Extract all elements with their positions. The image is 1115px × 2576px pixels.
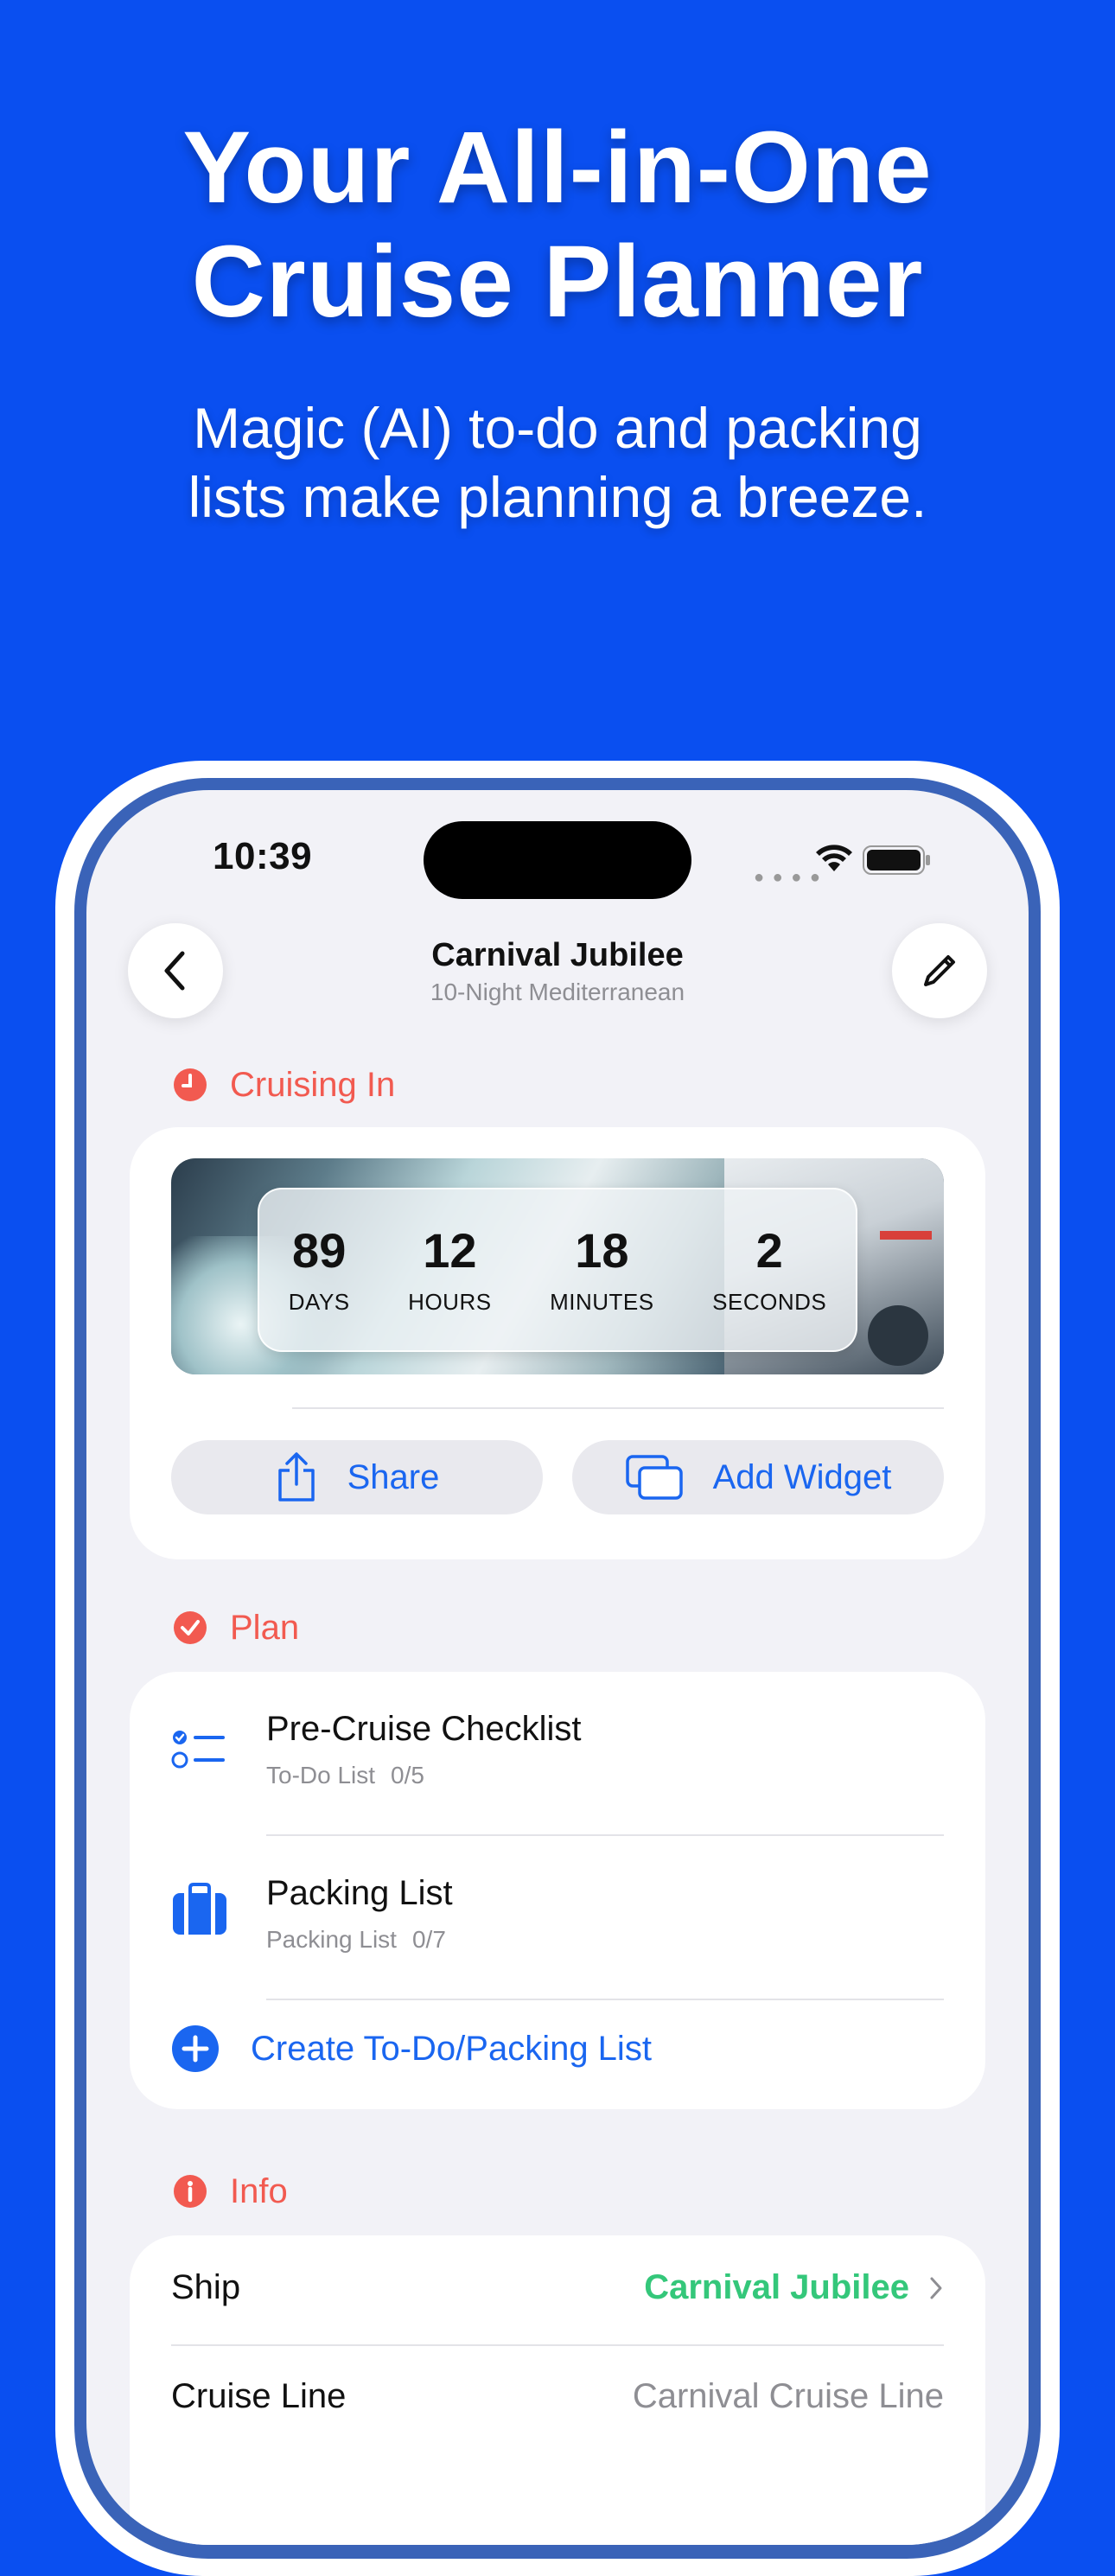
list-count: 0/5 [391, 1762, 424, 1789]
phone-screen: 10:39 ● ● ● ● Carnival Jubilee 10-Night … [86, 790, 1029, 2545]
info-row-ship[interactable]: Ship Carnival Jubilee [130, 2235, 985, 2344]
countdown-label: HOURS [408, 1288, 492, 1315]
countdown-seconds: 2 SECONDS [712, 1222, 827, 1316]
banner-ship-porthole [868, 1305, 928, 1366]
widget-stack-icon [625, 1455, 683, 1500]
list-item-title: Packing List [266, 1874, 453, 1912]
countdown-minutes: 18 MINUTES [550, 1222, 654, 1316]
nav-subtitle: 10-Night Mediterranean [430, 979, 685, 1005]
add-widget-label: Add Widget [712, 1457, 892, 1496]
promo-subheadline-line1: Magic (AI) to-do and packing [193, 396, 922, 460]
promo-headline: Your All-in-One Cruise Planner [0, 111, 1115, 339]
status-time: 10:39 [213, 835, 313, 877]
info-value-cruise-line: Carnival Cruise Line [632, 2377, 944, 2415]
list-item-packing-list[interactable]: Packing List Packing List 0/7 [130, 1836, 985, 1999]
chevron-right-icon [930, 2277, 942, 2299]
clock-icon [174, 1068, 207, 1101]
countdown-label: MINUTES [550, 1288, 654, 1315]
create-list-button[interactable]: Create To-Do/Packing List [171, 2024, 652, 2073]
section-cruising-in: Cruising In [173, 1063, 395, 1106]
list-item-subtitle: Packing List 0/7 [266, 1926, 446, 1954]
checklist-icon [171, 1731, 225, 1769]
nav-title: Carnival Jubilee [431, 937, 684, 973]
create-list-label: Create To-Do/Packing List [251, 2029, 652, 2068]
countdown-card: 89 DAYS 12 HOURS 18 MINUTES 2 SECONDS Sh… [130, 1127, 985, 1559]
edit-button[interactable] [892, 923, 987, 1018]
countdown-label: SECONDS [712, 1288, 827, 1315]
countdown-value: 2 [755, 1222, 783, 1278]
section-info-label: Info [230, 2171, 288, 2210]
list-type: Packing List [266, 1926, 397, 1953]
promo-headline-line2: Cruise Planner [191, 225, 924, 339]
countdown-value: 89 [292, 1222, 347, 1278]
countdown-hours: 12 HOURS [408, 1222, 492, 1316]
plus-circle-icon [172, 2025, 219, 2072]
countdown-label: DAYS [288, 1288, 350, 1315]
list-count: 0/7 [411, 1926, 446, 1953]
countdown-days: 89 DAYS [288, 1222, 350, 1316]
checkmark-circle-icon [174, 1611, 207, 1644]
share-icon [277, 1452, 315, 1502]
ship-name: Carnival Jubilee [644, 2268, 909, 2306]
wifi-icon [816, 845, 852, 871]
promo-headline-line1: Your All-in-One [182, 111, 933, 225]
plan-card: Pre-Cruise Checklist To-Do List 0/5 Packi… [130, 1672, 985, 2109]
banner-ship-stripe [880, 1231, 932, 1240]
share-label: Share [347, 1457, 440, 1496]
promo-subheadline-line2: lists make planning a breeze. [188, 465, 927, 529]
signal-dots-icon: ● ● ● ● [754, 868, 822, 887]
promo-subheadline: Magic (AI) to-do and packing lists make … [0, 393, 1115, 532]
info-value-ship: Carnival Jubilee [644, 2268, 944, 2307]
countdown-panel: 89 DAYS 12 HOURS 18 MINUTES 2 SECONDS [258, 1188, 857, 1352]
section-plan: Plan [173, 1606, 299, 1649]
section-cruising-in-label: Cruising In [230, 1065, 396, 1104]
countdown-value: 18 [575, 1222, 629, 1278]
divider [292, 1407, 944, 1409]
countdown-value: 12 [423, 1222, 477, 1278]
add-widget-button[interactable]: Add Widget [572, 1440, 944, 1514]
share-button[interactable]: Share [171, 1440, 543, 1514]
status-icons: ● ● ● ● [754, 842, 961, 887]
info-label: Ship [171, 2268, 241, 2306]
info-circle-icon [174, 2175, 207, 2208]
list-type: To-Do List [266, 1762, 376, 1789]
list-item-pre-cruise-checklist[interactable]: Pre-Cruise Checklist To-Do List 0/5 [130, 1672, 985, 1834]
list-item-subtitle: To-Do List 0/5 [266, 1762, 424, 1789]
suitcase-icon [173, 1883, 226, 1935]
info-card: Ship Carnival Jubilee Cruise Line Carniv… [130, 2235, 985, 2545]
dynamic-island [424, 821, 691, 899]
section-info: Info [173, 2170, 288, 2213]
divider [266, 1999, 944, 2000]
pencil-icon [924, 955, 955, 986]
battery-icon [863, 845, 930, 875]
list-item-title: Pre-Cruise Checklist [266, 1710, 582, 1748]
info-label: Cruise Line [171, 2377, 347, 2415]
countdown-banner: 89 DAYS 12 HOURS 18 MINUTES 2 SECONDS [171, 1158, 944, 1374]
info-row-cruise-line: Cruise Line Carnival Cruise Line [130, 2346, 985, 2455]
section-plan-label: Plan [230, 1608, 300, 1647]
